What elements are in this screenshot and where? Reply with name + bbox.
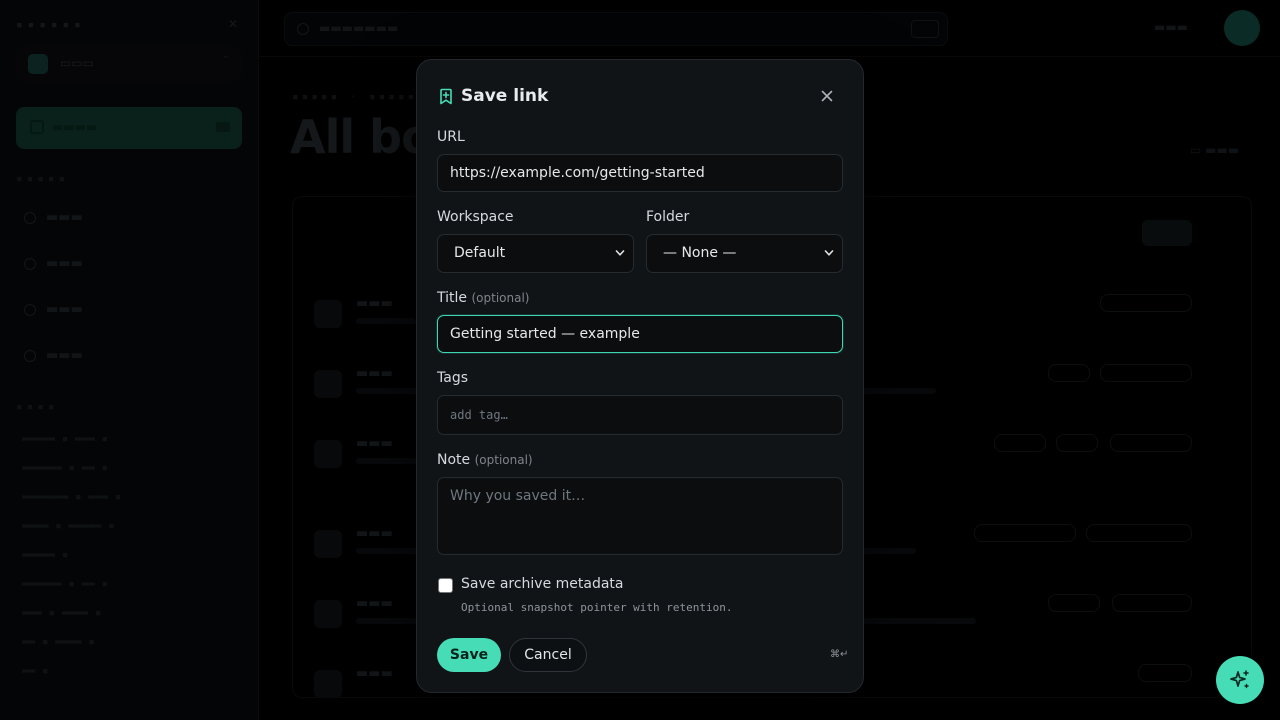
save-button[interactable]: Save	[437, 638, 501, 672]
tags-placeholder: add tag…	[450, 408, 508, 422]
note-label: Note (optional)	[437, 452, 533, 468]
folder-select-value: — None —	[663, 245, 737, 261]
close-button[interactable]	[815, 84, 839, 108]
dialog-title: Save link	[461, 86, 549, 106]
folder-select[interactable]: — None —	[646, 234, 843, 273]
note-placeholder: Why you saved it…	[450, 488, 586, 504]
archive-checkbox[interactable]	[438, 578, 453, 593]
archive-help-text: Optional snapshot pointer with retention…	[461, 601, 733, 614]
workspace-select[interactable]: Default	[437, 234, 634, 273]
optional-hint: (optional)	[474, 453, 533, 467]
note-textarea[interactable]: Why you saved it…	[437, 477, 843, 555]
sparkles-icon	[1230, 670, 1249, 689]
archive-checkbox-label[interactable]: Save archive metadata	[461, 576, 624, 592]
optional-hint: (optional)	[471, 291, 530, 305]
chevron-down-icon	[824, 250, 834, 256]
close-icon	[821, 90, 833, 102]
url-field[interactable]: https://example.com/getting-started	[437, 154, 843, 192]
note-label-text: Note	[437, 452, 471, 468]
url-label: URL	[437, 129, 465, 145]
bookmark-plus-icon	[440, 88, 452, 105]
save-link-dialog: Save link URL https://example.com/gettin…	[416, 59, 864, 693]
title-field[interactable]: Getting started — example	[437, 315, 843, 353]
assistant-button[interactable]	[1216, 656, 1264, 704]
chevron-down-icon	[615, 250, 625, 256]
title-label: Title (optional)	[437, 290, 529, 306]
shortcut-hint: ⌘↵	[830, 649, 849, 660]
workspace-select-value: Default	[454, 245, 506, 261]
cancel-button[interactable]: Cancel	[509, 638, 587, 672]
tags-label: Tags	[437, 370, 468, 386]
tags-input[interactable]: add tag…	[437, 395, 843, 435]
title-label-text: Title	[437, 290, 468, 306]
workspace-label: Workspace	[437, 209, 514, 225]
folder-label: Folder	[646, 209, 690, 225]
